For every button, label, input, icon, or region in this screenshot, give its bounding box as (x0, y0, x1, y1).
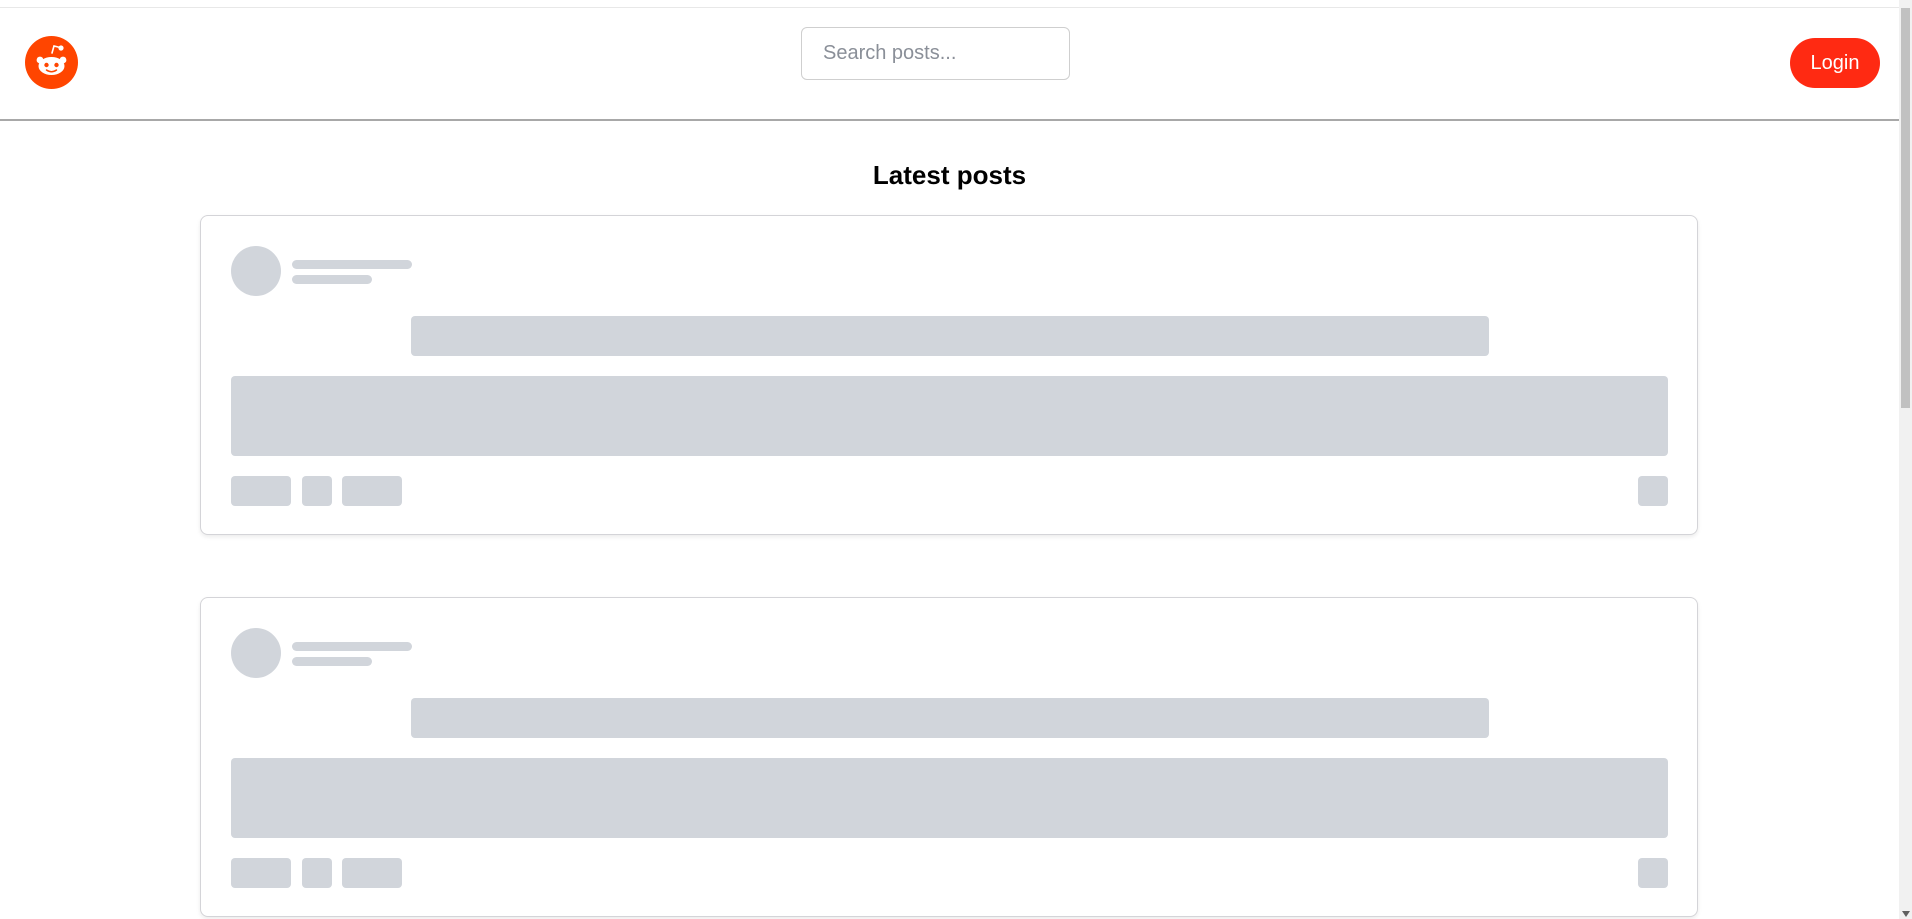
page-scrollbar[interactable] (1899, 0, 1912, 919)
login-button[interactable]: Login (1790, 38, 1880, 88)
vote-action-placeholder (231, 858, 291, 888)
page-title: Latest posts (872, 160, 1027, 190)
author-name-placeholder (292, 642, 412, 651)
share-action-placeholder (342, 476, 402, 506)
post-title-placeholder (411, 698, 1489, 738)
comment-icon-placeholder (302, 476, 332, 506)
post-meta-placeholder (292, 275, 372, 284)
window-top-edge (0, 0, 1899, 8)
more-options-placeholder (1638, 476, 1668, 506)
scrollbar-thumb[interactable] (1901, 8, 1910, 408)
post-card-skeleton (200, 597, 1698, 917)
post-body-placeholder (231, 758, 1668, 838)
page: Login Latest posts (0, 0, 1912, 919)
scroll-down-arrow-icon[interactable] (1902, 911, 1910, 917)
vote-action-placeholder (231, 476, 291, 506)
post-meta-placeholder (292, 657, 372, 666)
navbar: Login (0, 8, 1899, 121)
more-options-placeholder (1638, 858, 1668, 888)
reddit-logo-icon[interactable] (25, 36, 78, 89)
post-card-skeleton (200, 215, 1698, 535)
avatar-placeholder (231, 628, 281, 678)
share-action-placeholder (342, 858, 402, 888)
search-box (801, 27, 1070, 80)
author-name-placeholder (292, 260, 412, 269)
search-input[interactable] (801, 27, 1070, 80)
post-title-placeholder (411, 316, 1489, 356)
post-body-placeholder (231, 376, 1668, 456)
comment-icon-placeholder (302, 858, 332, 888)
avatar-placeholder (231, 246, 281, 296)
